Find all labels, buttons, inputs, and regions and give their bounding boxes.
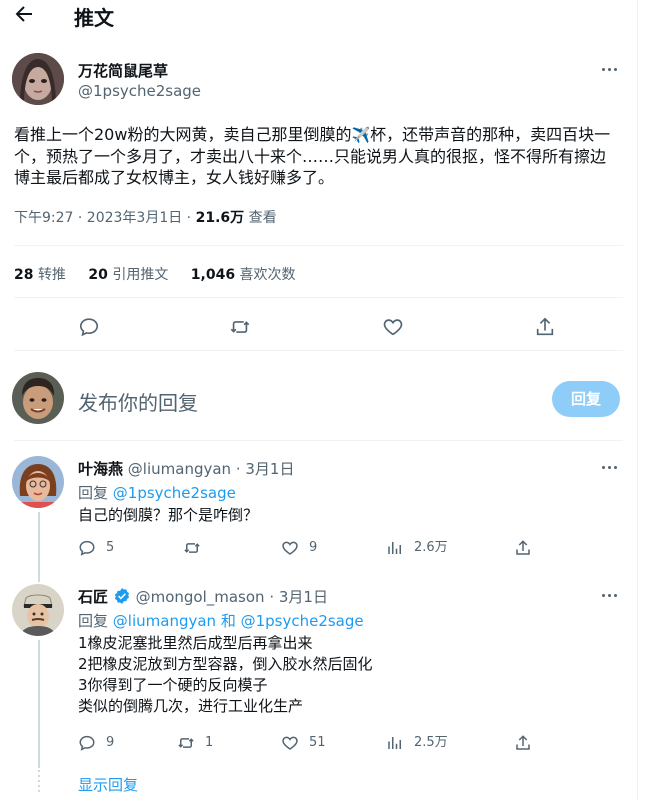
views-count: 2.5万 — [414, 735, 448, 750]
share-icon — [516, 734, 530, 750]
reply-share-action[interactable] — [514, 538, 532, 558]
replying-prefix: 回复 — [78, 484, 109, 502]
author-handle[interactable]: @1psyche2sage — [78, 82, 201, 100]
reply-views-action[interactable]: 2.6万 — [386, 538, 448, 558]
retweet-icon[interactable] — [229, 316, 251, 338]
airplane-emoji: ✈️ — [351, 126, 371, 144]
top-header: 推文 — [0, 0, 637, 30]
thread-line — [38, 512, 40, 582]
tweet-stats: 28 转推 20 引用推文 1,046 喜欢次数 — [14, 264, 314, 284]
replying-to: 回复 @liumangyan 和 @1psyche2sage — [78, 610, 364, 631]
reply-views-action[interactable]: 2.5万 — [386, 733, 448, 753]
reply-reply-action[interactable]: 5 — [78, 538, 114, 558]
reply-like-action[interactable]: 51 — [281, 733, 326, 753]
replying-to: 回复 @1psyche2sage — [78, 482, 236, 503]
like-heart-icon — [282, 736, 298, 750]
retweets-count: 28 — [14, 267, 34, 283]
replying-prefix: 回复 — [78, 612, 109, 630]
like-count: 51 — [309, 735, 326, 750]
thread-continuation — [38, 770, 40, 794]
reply-text-line: 3你得到了一个硬的反向模子 — [78, 676, 268, 694]
retweets-label: 转推 — [37, 267, 66, 283]
back-arrow-icon[interactable] — [12, 2, 36, 26]
reply-author-name[interactable]: 石匠 — [78, 588, 108, 606]
reply-icon[interactable] — [78, 316, 100, 338]
views-chart-icon — [388, 737, 401, 749]
views-count: 2.6万 — [414, 540, 448, 555]
reply-text-line: 1橡皮泥塞批里然后成型后再拿出来 — [78, 634, 313, 652]
retweet-icon — [178, 738, 194, 748]
reply-author-handle[interactable]: @mongol_mason — [136, 588, 265, 606]
replying-to-link[interactable]: @1psyche2sage — [113, 484, 236, 502]
reply-share-action[interactable] — [514, 733, 532, 753]
reply-count: 5 — [106, 540, 115, 555]
views-label: 查看 — [248, 210, 277, 226]
reply-icon — [79, 540, 95, 556]
quotes-stat[interactable]: 20 引用推文 — [88, 264, 168, 284]
quotes-count: 20 — [88, 267, 108, 283]
more-options-icon[interactable] — [600, 460, 620, 474]
reply-author-handle[interactable]: @liumangyan — [128, 460, 231, 478]
column-border — [637, 0, 638, 800]
divider — [14, 245, 623, 246]
tweet-meta: 下午9:27 · 2023年3月1日 · 21.6万 查看 — [14, 210, 277, 226]
reply-date[interactable]: · 3月1日 — [269, 588, 328, 606]
reply-text: 自己的倒膜？那个是咋倒？ — [78, 505, 258, 526]
divider — [14, 440, 623, 441]
share-icon — [516, 539, 530, 555]
author-avatar[interactable] — [12, 53, 64, 105]
likes-count: 1,046 — [190, 267, 236, 283]
likes-stat[interactable]: 1,046 喜欢次数 — [191, 264, 296, 284]
share-icon[interactable] — [534, 316, 556, 338]
views-chart-icon — [388, 542, 401, 554]
divider — [14, 350, 623, 351]
reply-like-action[interactable]: 9 — [281, 538, 317, 558]
reply-retweet-action[interactable]: 1 — [177, 733, 213, 753]
reply-retweet-action[interactable] — [183, 538, 211, 558]
replying-to-link[interactable]: @liumangyan 和 @1psyche2sage — [113, 612, 364, 630]
tweet-text: 看推上一个20w粉的大网黄，卖自己那里倒膜的✈️杯，还带声音的那种，卖四百块一个… — [14, 124, 614, 188]
reply-text: 1橡皮泥塞批里然后成型后再拿出来 2把橡皮泥放到方型容器，倒入胶水然后固化 3你… — [78, 633, 373, 717]
reply-avatar[interactable] — [12, 456, 64, 508]
retweets-stat[interactable]: 28 转推 — [14, 264, 66, 284]
tweet-text-part1: 看推上一个20w粉的大网黄，卖自己那里倒膜的 — [14, 125, 352, 144]
more-options-icon[interactable] — [600, 588, 620, 602]
reply-text-line: 自己的倒膜？那个是咋倒？ — [78, 506, 259, 524]
author-name[interactable]: 万花简鼠尾草 — [78, 60, 168, 81]
reply-submit-button[interactable]: 回复 — [552, 381, 620, 417]
retweet-icon — [184, 543, 200, 553]
reply-header: 石匠 @mongol_mason · 3月1日 — [78, 586, 328, 609]
reply-count: 9 — [106, 735, 115, 750]
retweet-count: 1 — [205, 735, 214, 750]
divider — [14, 297, 623, 298]
tweet-timestamp[interactable]: 下午9:27 · 2023年3月1日 — [14, 210, 182, 226]
show-replies-link[interactable]: 显示回复 — [78, 774, 138, 795]
reply-icon — [79, 735, 95, 751]
reply-compose-input[interactable]: 发布你的回复 — [78, 387, 198, 416]
views-count: 21.6万 — [195, 210, 245, 226]
reply-header: 叶海燕 @liumangyan · 3月1日 — [78, 458, 294, 479]
reply-date[interactable]: · 3月1日 — [236, 460, 295, 478]
page-title: 推文 — [74, 6, 114, 30]
reply-avatar[interactable] — [12, 584, 64, 636]
reply-reply-action[interactable]: 9 — [78, 733, 114, 753]
like-heart-icon[interactable] — [382, 316, 404, 338]
reply-author-name[interactable]: 叶海燕 — [78, 460, 123, 478]
reply-text-line: 类似的倒腾几次，进行工业化生产 — [78, 697, 304, 715]
verified-badge-icon — [113, 587, 131, 609]
my-avatar — [12, 372, 64, 424]
thread-line — [38, 640, 40, 768]
like-heart-icon — [282, 541, 298, 555]
quotes-label: 引用推文 — [112, 267, 169, 283]
likes-label: 喜欢次数 — [239, 267, 296, 283]
reply-text-line: 2把橡皮泥放到方型容器，倒入胶水然后固化 — [78, 655, 373, 673]
more-options-icon[interactable] — [600, 62, 620, 76]
like-count: 9 — [309, 540, 318, 555]
